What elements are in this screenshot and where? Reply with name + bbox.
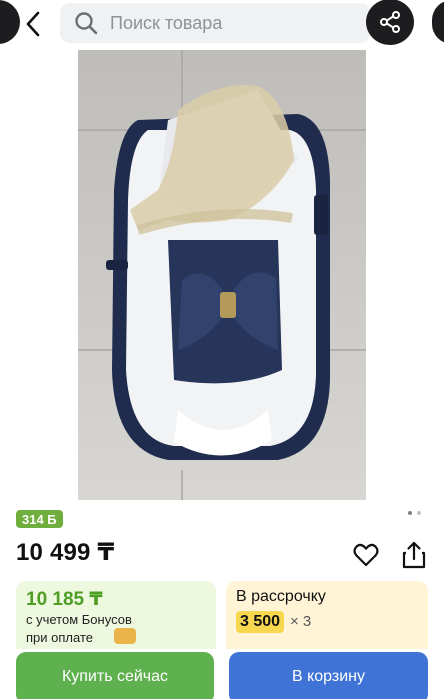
share-product-button[interactable]: [400, 540, 428, 570]
favorite-button[interactable]: [352, 541, 380, 569]
installment-monthly-amount: 3 500: [236, 611, 285, 633]
pagination-dot[interactable]: [417, 511, 421, 515]
bonus-coin-icon: [114, 628, 136, 644]
product-photo-illustration: [78, 50, 366, 500]
add-to-cart-button[interactable]: В корзину: [229, 652, 428, 699]
installment-multiplier: × 3: [290, 613, 312, 630]
heart-icon: [353, 543, 379, 567]
image-pagination: [408, 511, 421, 515]
installment-card[interactable]: В рассрочку 3 500 × 3: [226, 581, 428, 649]
bonus-badge-label: 314 Б: [22, 511, 57, 527]
installment-title: В рассрочку: [236, 588, 326, 605]
bonus-price-card[interactable]: 10 185 ₸ с учетом Бонусов при оплате: [16, 581, 216, 649]
right-edge-button[interactable]: [432, 0, 444, 44]
chevron-left-icon: [26, 11, 40, 37]
left-edge-button[interactable]: [0, 0, 20, 44]
upload-share-icon: [402, 541, 426, 569]
add-to-cart-label: В корзину: [291, 668, 366, 685]
search-icon: [75, 12, 98, 35]
buy-now-label: Купить сейчас: [61, 668, 169, 685]
bonus-price-line2: при оплате: [26, 630, 93, 645]
product-image[interactable]: [78, 50, 366, 500]
bonus-badge: 314 Б: [16, 510, 63, 528]
buy-now-button[interactable]: Купить сейчас: [16, 652, 214, 699]
search-input[interactable]: [110, 12, 350, 34]
bonus-price-line1: с учетом Бонусов: [26, 612, 132, 627]
search-bar[interactable]: [60, 3, 370, 43]
back-button[interactable]: [18, 8, 48, 40]
product-price: 10 499 ₸: [16, 539, 115, 566]
top-bar: [0, 0, 444, 48]
share-icon: [380, 11, 400, 33]
bonus-price-amount: 10 185 ₸: [26, 589, 103, 610]
pagination-dot-active[interactable]: [408, 511, 412, 515]
share-button[interactable]: [366, 0, 414, 45]
